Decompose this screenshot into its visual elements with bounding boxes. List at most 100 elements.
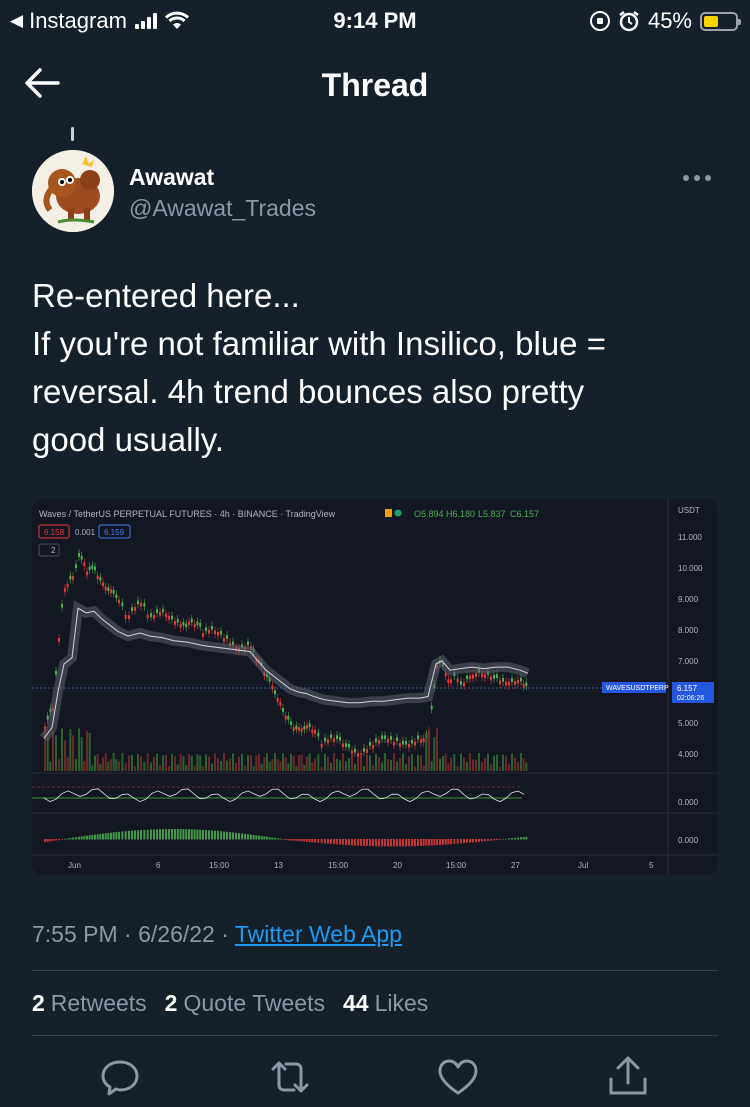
candle-body: [384, 735, 386, 740]
sell-price-box: 6.158: [44, 528, 65, 537]
candle-body: [348, 743, 350, 748]
oscillator-bar: [493, 839, 495, 841]
oscillator-bar: [64, 838, 66, 840]
candle-body: [336, 735, 338, 740]
oscillator-bar: [268, 837, 271, 840]
oscillator-bar: [314, 839, 316, 843]
volume-bar: [260, 763, 263, 771]
ohlc-close: C6.157: [510, 509, 539, 519]
volume-bar: [475, 759, 477, 771]
oscillator-bar: [159, 829, 161, 840]
oscillator-bar: [244, 833, 246, 840]
volume-bar: [226, 760, 228, 771]
volume-bar: [363, 766, 365, 771]
volume-bar: [354, 763, 356, 771]
oscillator-bar: [303, 839, 306, 842]
candle-body: [214, 630, 216, 635]
candle-body: [153, 614, 155, 619]
volume-bar: [490, 764, 492, 771]
volume-bar: [229, 758, 231, 771]
volume-bar: [444, 753, 447, 771]
tweet-text: Re-entered here... If you're not familia…: [32, 272, 722, 464]
volume-bar: [241, 753, 243, 771]
quote-tweets-stat[interactable]: 2 Quote Tweets: [165, 990, 325, 1017]
avatar[interactable]: [32, 150, 114, 232]
ohlc-low: L5.837: [478, 509, 506, 519]
reply-icon[interactable]: [98, 1055, 142, 1099]
volume-bar: [159, 765, 161, 771]
candle-body: [375, 738, 377, 743]
like-icon[interactable]: [436, 1055, 480, 1099]
tweet-media-chart-image[interactable]: Waves / TetherUS PERPETUAL FUTURES · 4h …: [32, 499, 718, 875]
candle-body: [168, 615, 170, 620]
oscillator-bar: [118, 831, 120, 840]
volume-bar: [442, 756, 444, 771]
oscillator-bar: [381, 839, 383, 847]
thread-connector-line: [71, 127, 74, 141]
volume-bar: [375, 753, 377, 771]
more-options-icon[interactable]: [683, 168, 717, 188]
candle-body: [196, 621, 199, 626]
volume-bar: [247, 755, 249, 771]
volume-bar: [266, 753, 268, 771]
candle-body: [80, 555, 83, 560]
candle-body: [91, 565, 94, 569]
candle-body: [520, 677, 522, 682]
author-name[interactable]: Awawat: [129, 164, 214, 191]
volume-bar: [205, 754, 207, 771]
candle-body: [525, 682, 528, 687]
candle-body: [303, 725, 306, 730]
retweets-stat[interactable]: 2 Retweets: [32, 990, 147, 1017]
candle-body: [99, 576, 102, 581]
oscillator-bar: [444, 839, 447, 845]
candle-body: [393, 741, 395, 746]
volume-bar: [472, 759, 474, 771]
candle-body: [96, 575, 99, 580]
share-icon[interactable]: [606, 1055, 650, 1099]
candle-body: [156, 609, 158, 613]
retweet-icon[interactable]: [268, 1055, 312, 1099]
oscillator-bar: [107, 832, 110, 840]
volume-bar: [137, 754, 139, 771]
volume-bar: [333, 753, 335, 771]
volume-bar: [290, 753, 292, 771]
tweet-timestamp: 7:55 PM · 6/26/22 · Twitter Web App: [32, 921, 402, 947]
volume-bar: [387, 759, 389, 771]
tweet-source-link[interactable]: Twitter Web App: [235, 921, 402, 947]
oscillator-bar: [517, 837, 519, 840]
author-handle[interactable]: @Awawat_Trades: [129, 195, 316, 222]
volume-bar: [271, 759, 274, 771]
volume-bar: [493, 755, 495, 771]
volume-bar: [102, 757, 104, 771]
volume-bar: [366, 754, 368, 771]
likes-stat[interactable]: 44 Likes: [343, 990, 428, 1017]
candle-body: [94, 566, 96, 571]
oscillator-bar: [168, 829, 170, 840]
volume-bar: [263, 757, 266, 771]
volume-bar: [96, 753, 99, 771]
volume-bar: [235, 763, 237, 771]
candle-body: [366, 749, 368, 753]
x-tick: 5: [649, 861, 654, 870]
retweets-count: 2: [32, 990, 45, 1016]
volume-bar: [121, 753, 124, 771]
volume-bar: [308, 753, 311, 771]
volume-bar: [430, 761, 433, 771]
volume-bar: [250, 755, 252, 771]
candle-body: [211, 626, 213, 630]
candle-body: [124, 614, 127, 619]
volume-bar: [393, 753, 395, 771]
candle-body: [61, 603, 63, 608]
candle-body: [69, 575, 72, 580]
quotes-count: 2: [164, 990, 178, 1016]
oscillator-bar: [453, 839, 456, 844]
oscillator-bar: [83, 835, 86, 840]
countdown-tag: 02:06:26: [677, 695, 704, 702]
tweet-stats: 2 Retweets 2 Quote Tweets 44 Likes: [32, 990, 428, 1017]
candle-body: [422, 738, 425, 743]
x-tick: 15:00: [328, 861, 349, 870]
volume-bar: [436, 728, 438, 771]
oscillator-bar: [487, 839, 489, 841]
candle-body: [522, 683, 525, 688]
oscillator-bar: [112, 832, 115, 840]
